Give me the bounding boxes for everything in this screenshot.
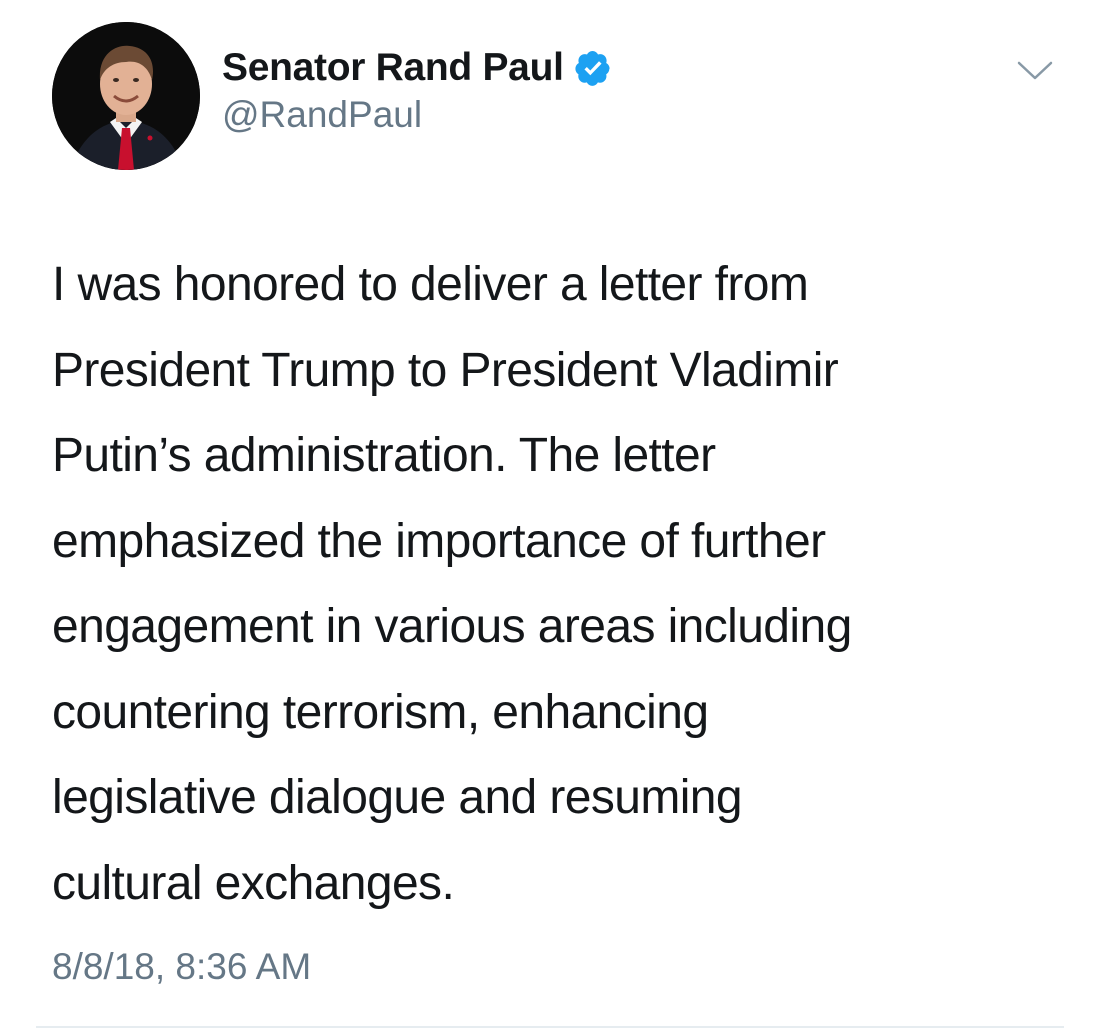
tweet-text-line: engagement in various areas including	[52, 600, 852, 653]
verified-badge-icon	[574, 49, 612, 87]
author-name-row[interactable]: Senator Rand Paul	[222, 42, 612, 94]
tweet-text-line: legislative dialogue and resuming	[52, 771, 743, 824]
author-display-name[interactable]: Senator Rand Paul	[222, 46, 564, 90]
tweet-text-line: President Trump to President Vladimir	[52, 343, 839, 397]
tweet-timestamp[interactable]: 8/8/18, 8:36 AM	[52, 946, 311, 988]
tweet-text-line: emphasized the importance of further	[52, 514, 826, 568]
author-handle[interactable]: @RandPaul	[222, 94, 422, 136]
avatar-image	[52, 22, 200, 170]
divider	[36, 1026, 1064, 1028]
tweet-detail: Senator Rand Paul @RandPaul I was honore…	[0, 0, 1100, 1035]
tweet-text-line: cultural exchanges.	[52, 856, 455, 910]
chevron-down-icon[interactable]	[1014, 55, 1056, 85]
tweet-text-line: Putin’s administration. The letter	[52, 429, 716, 482]
avatar[interactable]	[52, 22, 200, 170]
tweet-text-line: countering terrorism, enhancing	[52, 685, 709, 739]
tweet-text-line: I was honored to deliver a letter from	[52, 258, 809, 311]
tweet-text: I was honored to deliver a letter from P…	[52, 242, 1062, 926]
